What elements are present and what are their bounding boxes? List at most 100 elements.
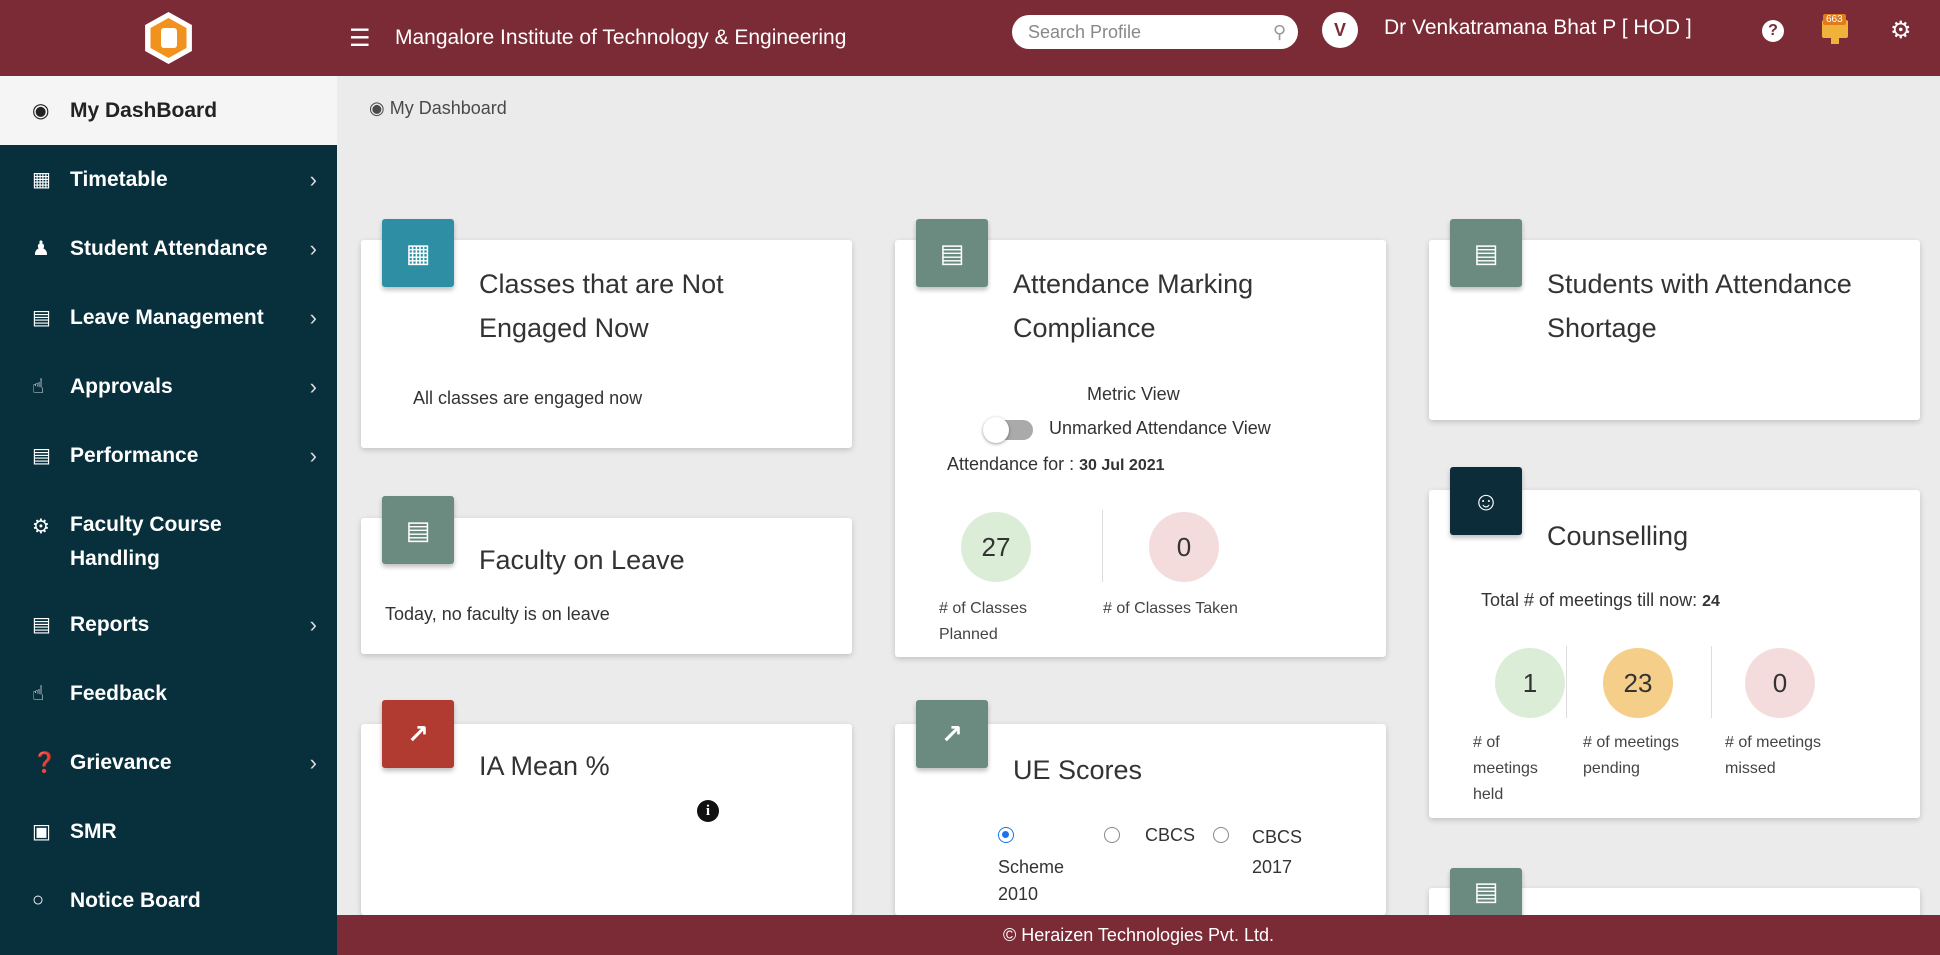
scheme-2010-radio[interactable] xyxy=(998,827,1014,843)
card-title: Counselling xyxy=(1547,521,1689,551)
sidebar-item-label: Leave Management xyxy=(70,305,264,329)
sidebar-item-label: Feedback xyxy=(70,681,167,705)
footer: © Heraizen Technologies Pvt. Ltd. xyxy=(337,915,1940,955)
classes-taken-count: 0 xyxy=(1149,512,1219,582)
cbcs-2017-radio[interactable] xyxy=(1213,827,1229,843)
meetings-held-label: # of meetings held xyxy=(1473,734,1538,803)
sidebar-item-reports[interactable]: ▤ Reports › xyxy=(0,590,337,659)
card-attendance-compliance[interactable]: Attendance Marking Compliance Metric View… xyxy=(895,240,1386,657)
chevron-right-icon: › xyxy=(309,611,317,637)
search-box[interactable]: ⚲ xyxy=(1012,15,1298,49)
sidebar-item-faculty-course-handling[interactable]: ⚙ Faculty Course Handling xyxy=(0,490,337,590)
metric-view-label: Metric View xyxy=(1087,384,1180,404)
card-title: UE Scores xyxy=(1013,755,1143,785)
hamburger-menu-icon[interactable]: ☰ xyxy=(349,24,379,53)
sidebar-item-performance[interactable]: ▤ Performance › xyxy=(0,421,337,490)
institute-name: Mangalore Institute of Technology & Engi… xyxy=(395,26,847,49)
notification-badge: 663 xyxy=(1823,14,1846,25)
meetings-pending-label: # of meetings pending xyxy=(1583,734,1680,777)
sidebar-item-label: Timetable xyxy=(70,167,168,191)
chevron-right-icon: › xyxy=(309,304,317,330)
bar-chart-icon: ▤ xyxy=(32,307,51,329)
classes-planned-label: # of Classes Planned xyxy=(939,600,1028,643)
logo-icon xyxy=(145,12,192,64)
meetings-pending-count: 23 xyxy=(1603,648,1673,718)
meetings-held-count: 1 xyxy=(1495,648,1565,718)
card-title: Attendance Marking Compliance xyxy=(1013,269,1254,343)
chevron-right-icon: › xyxy=(309,235,317,261)
sidebar-item-label: SMR xyxy=(70,819,117,843)
file-icon: ▤ xyxy=(32,614,51,636)
sidebar-item-leave-management[interactable]: ▤ Leave Management › xyxy=(0,283,337,352)
sidebar-item-approvals[interactable]: ☝ Approvals › xyxy=(0,352,337,421)
user-name[interactable]: Dr Venkatramana Bhat P [ HOD ] xyxy=(1384,16,1692,40)
trend-chart-icon: ↗ xyxy=(382,700,454,768)
unmarked-view-label: Unmarked Attendance View xyxy=(1049,418,1271,438)
settings-gear-icon[interactable]: ⚙ xyxy=(1890,16,1912,45)
sidebar-item-feedback[interactable]: ☝ Feedback xyxy=(0,659,337,728)
table-icon: ▦ xyxy=(382,219,454,287)
sidebar-item-label: Approvals xyxy=(70,374,173,398)
sidebar-item-label: Reports xyxy=(70,612,150,636)
bar-chart-icon: ▤ xyxy=(1450,219,1522,287)
total-meetings-label: Total # of meetings till now: 24 xyxy=(1481,590,1720,610)
cbcs-radio[interactable] xyxy=(1104,827,1120,843)
sidebar: ◉ My DashBoard ▦ Timetable › ♟ Student A… xyxy=(0,76,337,955)
sidebar-item-label: My DashBoard xyxy=(70,98,218,122)
sidebar-item-label: Faculty Course Handling xyxy=(70,513,222,570)
bar-chart-icon: ▤ xyxy=(1450,868,1522,915)
card-title: Students with Attendance Shortage xyxy=(1547,269,1852,343)
sidebar-item-label: Notice Board xyxy=(70,888,201,912)
cbcs-label: CBCS xyxy=(1145,825,1196,845)
card-title: Faculty on Leave xyxy=(479,545,685,575)
sidebar-item-notice-board[interactable]: ○ Notice Board xyxy=(0,866,337,935)
card-title: IA Mean % xyxy=(479,751,610,781)
info-icon[interactable]: i xyxy=(697,800,719,822)
meetings-missed-count: 0 xyxy=(1745,648,1815,718)
bar-chart-icon: ▤ xyxy=(916,219,988,287)
calendar-icon: ▦ xyxy=(32,169,51,191)
dashboard-icon: ◉ xyxy=(32,100,50,122)
sidebar-item-dashboard[interactable]: ◉ My DashBoard xyxy=(0,76,337,145)
card-counselling[interactable]: Counselling Total # of meetings till now… xyxy=(1429,490,1920,818)
user-circle-icon: ☺ xyxy=(1450,467,1522,535)
help-icon[interactable]: ? xyxy=(1762,20,1784,42)
classes-taken-label: # of Classes Taken xyxy=(1103,600,1238,617)
chevron-right-icon: › xyxy=(309,373,317,399)
dashboard-icon: ◉ xyxy=(369,98,385,118)
question-icon: ❓ xyxy=(32,752,57,774)
breadcrumb[interactable]: ◉ My Dashboard xyxy=(369,98,507,119)
sidebar-item-timetable[interactable]: ▦ Timetable › xyxy=(0,145,337,214)
gear-icon: ⚙ xyxy=(32,516,50,538)
view-toggle[interactable] xyxy=(983,417,1033,443)
avatar[interactable]: V xyxy=(1322,12,1358,48)
user-icon: ♟ xyxy=(32,238,50,260)
classes-planned-count: 27 xyxy=(961,512,1031,582)
card-message: All classes are engaged now xyxy=(413,388,643,408)
cbcs-2017-label: CBCS 2017 xyxy=(1252,827,1303,877)
meetings-missed-label: # of meetings missed xyxy=(1725,734,1822,777)
notification-icon[interactable]: 663 xyxy=(1820,14,1850,46)
search-icon[interactable]: ⚲ xyxy=(1273,22,1286,43)
bar-chart-icon: ▤ xyxy=(32,445,51,467)
card-message: Today, no faculty is on leave xyxy=(385,604,610,624)
sidebar-item-grievance[interactable]: ❓ Grievance › xyxy=(0,728,337,797)
scheme-2010-label: Scheme 2010 xyxy=(998,857,1065,904)
thumbs-up-icon: ☝ xyxy=(32,683,45,705)
attendance-for-label: Attendance for : 30 Jul 2021 xyxy=(947,454,1165,474)
chevron-right-icon: › xyxy=(309,166,317,192)
breadcrumb-label: My Dashboard xyxy=(389,98,507,118)
chevron-right-icon: › xyxy=(309,442,317,468)
sidebar-item-smr[interactable]: ▣ SMR xyxy=(0,797,337,866)
sidebar-item-label: Performance xyxy=(70,443,199,467)
card-title: Classes that are Not Engaged Now xyxy=(479,269,724,343)
circle-icon: ○ xyxy=(32,889,45,911)
chevron-right-icon: › xyxy=(309,749,317,775)
thumbs-up-icon: ☝ xyxy=(32,376,45,398)
trend-chart-icon: ↗ xyxy=(916,700,988,768)
institute-logo[interactable] xyxy=(0,0,337,76)
sidebar-item-student-attendance[interactable]: ♟ Student Attendance › xyxy=(0,214,337,283)
bar-chart-icon: ▤ xyxy=(382,496,454,564)
search-input[interactable] xyxy=(1028,21,1273,43)
sidebar-item-label: Student Attendance xyxy=(70,236,268,260)
